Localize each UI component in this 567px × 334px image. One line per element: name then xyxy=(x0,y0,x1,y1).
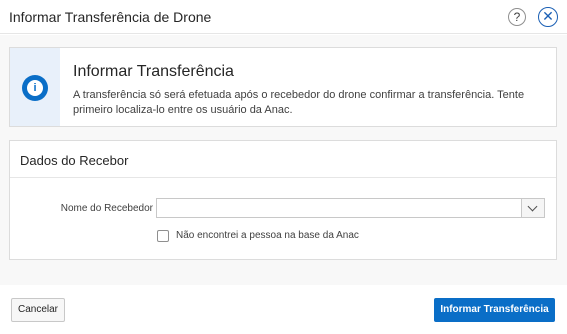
close-icon[interactable]: ✕ xyxy=(538,7,558,27)
dialog-footer: Cancelar Informar Transferência xyxy=(0,285,567,334)
help-icon[interactable]: ? xyxy=(508,8,526,26)
dialog-title: Informar Transferência de Drone xyxy=(9,9,212,25)
region-header: Dados do Recebor xyxy=(10,141,556,178)
alert-icon-column: i xyxy=(10,48,60,126)
alert-title: Informar Transferência xyxy=(73,63,234,80)
not-found-checkbox-label[interactable]: Não encontrei a pessoa na base da Anac xyxy=(176,230,359,241)
recipient-region: Dados do Recebor Nome do Recebedor Não e… xyxy=(9,140,557,260)
dialog-body: i Informar Transferência A transferência… xyxy=(0,35,567,285)
info-icon: i xyxy=(22,75,48,101)
cancel-button[interactable]: Cancelar xyxy=(11,298,65,322)
recipient-name-label: Nome do Recebedor xyxy=(60,203,153,214)
recipient-name-input[interactable] xyxy=(156,198,522,218)
chevron-down-icon xyxy=(527,201,538,212)
recipient-lookup-button[interactable] xyxy=(521,198,545,218)
not-found-checkbox[interactable] xyxy=(157,230,169,242)
info-glyph: i xyxy=(33,82,37,94)
alert-text: A transferência só será efetuada após o … xyxy=(73,89,525,116)
submit-transfer-button[interactable]: Informar Transferência xyxy=(434,298,555,322)
transfer-dialog: Informar Transferência de Drone ? ✕ i In… xyxy=(0,0,567,334)
info-alert: i Informar Transferência A transferência… xyxy=(9,47,557,127)
dialog-titlebar: Informar Transferência de Drone ? ✕ xyxy=(0,0,567,34)
region-title: Dados do Recebor xyxy=(20,153,129,168)
